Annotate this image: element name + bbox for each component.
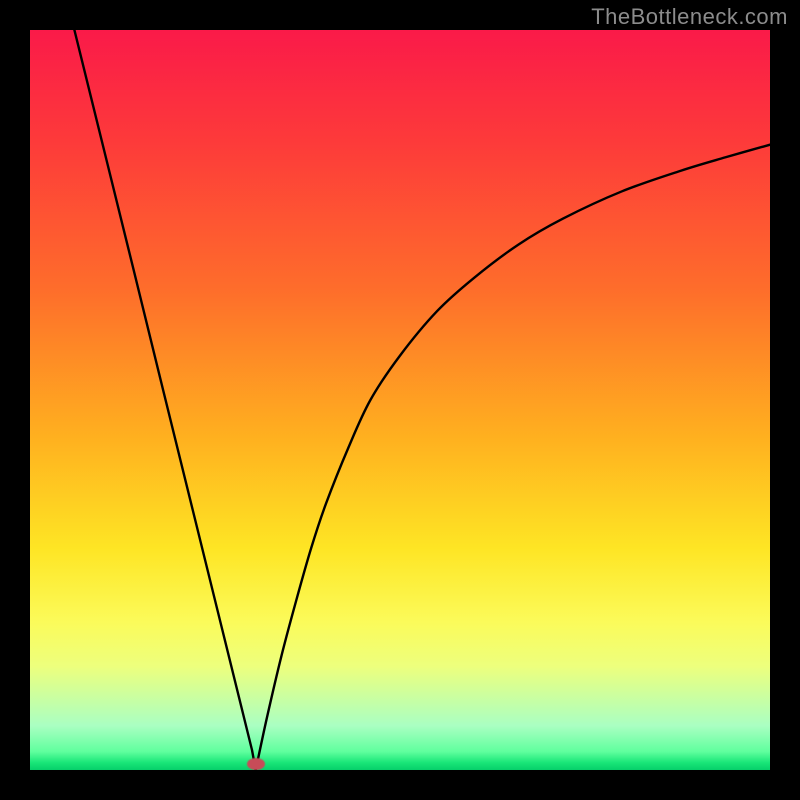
plot-area (30, 30, 770, 770)
watermark-text: TheBottleneck.com (591, 4, 788, 30)
chart-frame: TheBottleneck.com (0, 0, 800, 800)
bottleneck-curve (30, 30, 770, 770)
optimal-point-marker (247, 758, 265, 770)
